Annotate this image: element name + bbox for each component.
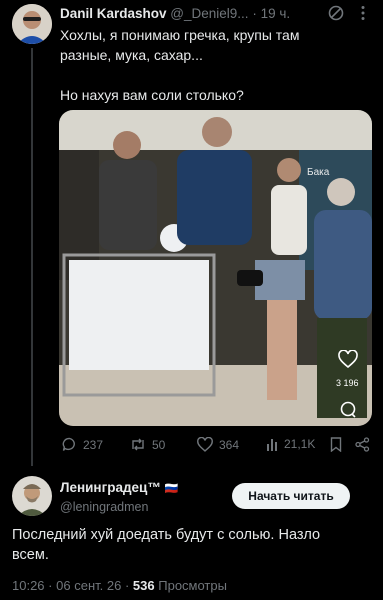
views-metric[interactable]: 21,1K [266,437,315,451]
post-text-line-1: Хохлы, я понимаю гречка, крупы там [60,27,300,43]
reply-date[interactable]: 06 сент. 26 [56,578,121,593]
photo-comment-icon[interactable] [339,401,357,419]
separator-dot: · [124,578,130,593]
reply-views-count: 536 [132,578,155,593]
separator-dot: · [252,6,257,21]
photo-heart-icon[interactable] [338,350,358,368]
reply-author-handle[interactable]: @leningradmen [60,500,148,514]
author-name[interactable]: Danil Kardashov [60,6,167,21]
post-text-line-2: разные, мука, сахар... [60,47,203,63]
store-sign: Бака [307,167,330,178]
repost-count: 50 [152,437,166,452]
author-avatar[interactable] [12,4,52,44]
post-text-line-3: Но нахуя вам соли столько? [60,87,244,103]
reply-text-line-2: всем. [12,547,49,563]
avatar-photo [12,4,52,44]
author-handle[interactable]: @_Deniel9... [170,6,248,21]
separator-dot: · [48,578,53,593]
grok-icon[interactable] [327,4,345,22]
reply-avatar-photo [12,476,52,516]
reply-author-avatar[interactable] [12,476,52,516]
reply-metric[interactable]: 237 [62,437,103,452]
thread-line [31,48,33,466]
photo-like-count: 3 196 [336,378,359,388]
like-metric[interactable]: 364 [197,437,239,452]
heart-icon [197,437,213,452]
more-options-icon[interactable] [360,5,366,21]
flag-icon: 🇷🇺 [164,483,179,495]
reply-text-line-1: Последний хуй доедать будут с солью. Наз… [12,527,321,543]
follow-button[interactable]: Начать читать [232,483,350,509]
views-chart-icon [267,439,277,451]
post-time[interactable]: 19 ч. [261,6,291,21]
reply-count: 237 [83,437,104,452]
views-count: 21,1K [284,437,316,451]
bookmark-icon[interactable] [330,437,342,452]
share-icon[interactable] [355,437,370,452]
reply-views-label: Просмотры [158,578,227,593]
photo-scene [59,110,372,426]
post-photo[interactable]: Бака 3 196 [59,110,372,426]
reply-author-name[interactable]: Ленинградец™ [60,480,161,495]
reply-time[interactable]: 10:26 [12,578,45,593]
reply-icon [62,437,75,451]
repost-icon [132,438,144,451]
like-count: 364 [219,437,240,452]
repost-metric[interactable]: 50 [130,437,165,452]
